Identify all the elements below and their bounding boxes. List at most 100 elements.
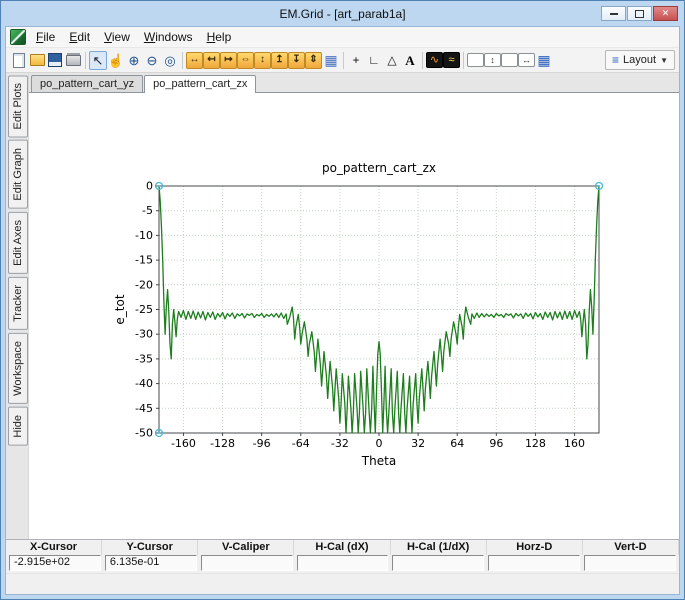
sidebar-tab-tracker[interactable]: Tracker <box>8 276 28 330</box>
sidebar-tab-hide[interactable]: Hide <box>8 406 28 446</box>
x-tick-label: -160 <box>171 437 196 450</box>
toolbar-icons: ↖ ☝ ⊕ ⊖ ◎ ↔ ↤ ↦ ⇔ ↕ ↥ ↧ ⇕ ▦ + ∟ △ A ∿ ≈ ↕ ↔ ▦ <box>10 50 553 70</box>
status-value-h-cal-1-dx <box>392 555 485 571</box>
restore-icon <box>635 6 646 18</box>
sidebar-tab-edit-plots[interactable]: Edit Plots <box>8 75 28 138</box>
toolbar-separator <box>182 51 183 69</box>
layout-icon: ≡ <box>612 53 620 67</box>
marker-triangle-icon[interactable]: △ <box>383 51 401 70</box>
restore-button[interactable] <box>627 6 652 21</box>
status-bar: X-Cursor Y-Cursor V-Caliper H-Cal (dX) H-Cal… <box>6 539 679 573</box>
y-tick-label: -40 <box>135 377 153 390</box>
shift-x-left-icon[interactable]: ↤ <box>203 51 220 69</box>
toolbar: ↖ ☝ ⊕ ⊖ ◎ ↔ ↤ ↦ ⇔ ↕ ↥ ↧ ⇕ ▦ + ∟ △ A ∿ ≈ ↕ ↔ ▦ ≡ Layout ▼ <box>6 47 679 73</box>
frame-wide-icon[interactable] <box>501 53 518 67</box>
status-header-x-cursor: X-Cursor <box>6 540 103 555</box>
x-tick-label: -64 <box>292 437 310 450</box>
y-tick-label: -20 <box>135 278 153 291</box>
x-tick-label: 96 <box>489 437 503 450</box>
x-tick-label: 32 <box>411 437 425 450</box>
sidebar-tab-edit-graph[interactable]: Edit Graph <box>8 140 28 210</box>
menu-help[interactable]: Help <box>200 28 239 46</box>
layout-dropdown[interactable]: ≡ Layout ▼ <box>605 50 675 70</box>
status-value-v-caliper <box>200 555 293 571</box>
y-tick-label: 0 <box>146 180 153 193</box>
chart-title: po_pattern_cart_zx <box>322 161 436 175</box>
status-header-h-cal-dx: H-Cal (dX) <box>294 540 391 555</box>
menu-file[interactable]: File <box>29 28 62 46</box>
y-tick-label: -25 <box>135 303 153 316</box>
menu-windows[interactable]: Windows <box>137 28 200 46</box>
status-value-h-cal-dx <box>296 555 389 571</box>
close-button[interactable]: ✕ <box>653 6 678 21</box>
x-tick-label: -96 <box>253 437 271 450</box>
minimize-icon <box>609 12 618 15</box>
colormap-icon[interactable]: ∿ <box>426 52 443 68</box>
status-values: -2.915e+02 6.135e-01 <box>6 555 679 573</box>
new-document-icon[interactable] <box>10 51 28 70</box>
app-window: EM.Grid - [art_parab1a] ✕ File Edit View Wi… <box>0 0 685 600</box>
x-tick-label: 128 <box>525 437 546 450</box>
open-folder-icon[interactable] <box>28 51 46 70</box>
y-tick-label: -30 <box>135 328 153 341</box>
select-arrow-icon[interactable]: ↖ <box>89 50 107 70</box>
main-area: Edit Plots Edit Graph Edit Axes Tracker Work… <box>6 73 679 539</box>
status-value-vert-d <box>584 555 676 571</box>
sidebar-tab-edit-axes[interactable]: Edit Axes <box>8 212 28 274</box>
toolbar-separator <box>85 51 86 69</box>
shift-y-up-icon[interactable]: ↥ <box>271 51 288 69</box>
pan-hand-icon[interactable]: ☝ <box>107 51 125 70</box>
data-table-icon[interactable]: ▦ <box>322 51 340 70</box>
shift-y-down-icon[interactable]: ↧ <box>288 51 305 69</box>
pattern-chart[interactable]: -160 -128 -96 -64 -32 0 32 64 96 128 160 0 -5 -10 -15 -… <box>29 93 679 539</box>
save-icon[interactable] <box>46 51 64 70</box>
minimize-button[interactable] <box>601 6 626 21</box>
spectrum-icon[interactable]: ≈ <box>443 52 460 68</box>
y-tick-label: -10 <box>135 229 153 242</box>
chart-ylabel: e_tot <box>113 294 127 324</box>
x-tick-label: 64 <box>450 437 464 450</box>
doc-tab-po-pattern-cart-zx[interactable]: po_pattern_cart_zx <box>144 75 257 93</box>
window-title: EM.Grid - [art_parab1a] <box>279 6 406 21</box>
plot-canvas[interactable]: -160 -128 -96 -64 -32 0 32 64 96 128 160 0 -5 -10 -15 -… <box>29 93 679 539</box>
fit-y-icon[interactable]: ↕ <box>254 51 271 69</box>
text-annotation-icon[interactable]: A <box>401 51 419 70</box>
toolbar-separator <box>343 51 344 69</box>
x-tick-label: 160 <box>564 437 585 450</box>
zoom-window-icon[interactable]: ◎ <box>161 51 179 70</box>
close-icon: ✕ <box>661 8 670 18</box>
crosshair-icon[interactable]: + <box>347 51 365 70</box>
expand-y-icon[interactable]: ⇕ <box>305 51 322 69</box>
menu-items: File Edit View Windows Help <box>29 28 238 46</box>
fit-frame-horizontal-icon[interactable]: ↔ <box>518 53 535 67</box>
title-bar[interactable]: EM.Grid - [art_parab1a] ✕ <box>5 1 680 26</box>
status-headers: X-Cursor Y-Cursor V-Caliper H-Cal (dX) H-Cal… <box>6 540 679 555</box>
status-header-v-caliper: V-Caliper <box>198 540 295 555</box>
expand-x-icon[interactable]: ⇔ <box>237 51 254 69</box>
shift-x-right-icon[interactable]: ↦ <box>220 51 237 69</box>
chart-xlabel: Theta <box>361 454 396 468</box>
zoom-in-icon[interactable]: ⊕ <box>125 51 143 70</box>
y-tick-label: -5 <box>142 204 153 217</box>
x-tick-label: -32 <box>331 437 349 450</box>
frame-icon[interactable] <box>467 53 484 67</box>
toolbar-separator <box>463 51 464 69</box>
print-icon[interactable] <box>64 51 82 70</box>
status-value-horz-d <box>488 555 581 571</box>
y-tick-label: -15 <box>135 254 153 267</box>
doc-tab-po-pattern-cart-yz[interactable]: po_pattern_cart_yz <box>31 75 144 92</box>
menu-view[interactable]: View <box>97 28 137 46</box>
fit-frame-vertical-icon[interactable]: ↕ <box>484 53 501 67</box>
fit-x-icon[interactable]: ↔ <box>186 51 203 69</box>
plot-handle-dot <box>598 185 600 187</box>
status-header-vert-d: Vert-D <box>583 540 679 555</box>
menu-edit[interactable]: Edit <box>62 28 97 46</box>
plot-handle-dot <box>158 185 160 187</box>
status-value-x-cursor: -2.915e+02 <box>9 555 101 571</box>
grid-layout-icon[interactable]: ▦ <box>535 51 553 70</box>
axes-icon[interactable]: ∟ <box>365 51 383 70</box>
sidebar-tab-workspace[interactable]: Workspace <box>8 332 28 404</box>
zoom-out-icon[interactable]: ⊖ <box>143 51 161 70</box>
bottom-strip <box>6 573 679 594</box>
app-icon[interactable] <box>10 29 26 45</box>
